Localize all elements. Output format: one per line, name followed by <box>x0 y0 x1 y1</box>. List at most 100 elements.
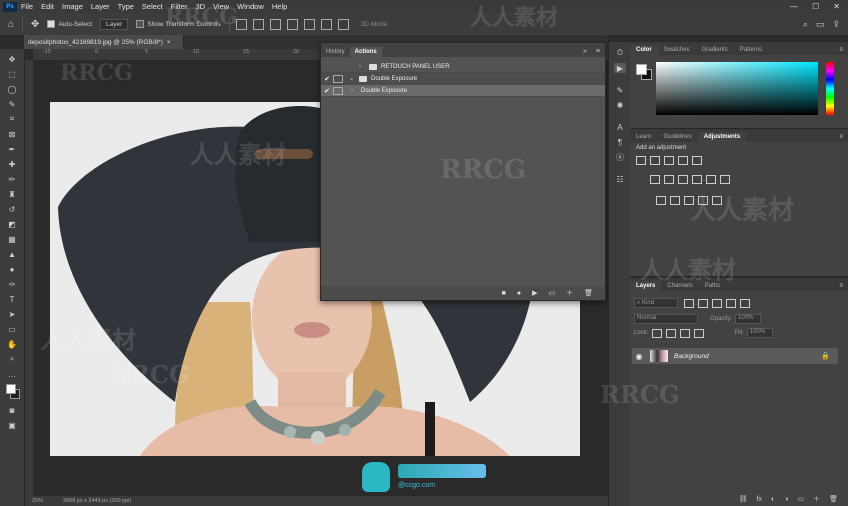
new-group-icon[interactable]: ▭ <box>797 495 804 503</box>
tab-learn[interactable]: Learn <box>630 132 657 142</box>
lock-position-icon[interactable] <box>666 328 677 338</box>
delete-button[interactable]: 🗑 <box>584 289 593 297</box>
align-bottom-icon[interactable] <box>320 18 332 30</box>
dialog-toggle-icon[interactable] <box>333 86 343 95</box>
menu-file[interactable]: File <box>21 2 33 11</box>
record-button[interactable]: ● <box>517 290 521 297</box>
lock-pixels-icon[interactable] <box>652 328 663 338</box>
curves-icon[interactable] <box>664 156 674 165</box>
brush-settings-icon[interactable]: ✺ <box>614 100 626 110</box>
panel-menu-icon[interactable]: ≡ <box>834 132 848 142</box>
path-select-tool-icon[interactable]: ➤ <box>6 309 18 319</box>
workspace-icon[interactable]: ▭ <box>816 19 825 30</box>
close-window-button[interactable]: ✕ <box>833 2 840 11</box>
lasso-tool-icon[interactable]: ◯ <box>6 84 18 94</box>
filter-shape-icon[interactable] <box>726 298 736 308</box>
lock-artboard-icon[interactable] <box>680 328 691 338</box>
opacity-field[interactable]: 100% <box>735 314 762 324</box>
quick-select-tool-icon[interactable]: ✎ <box>6 99 18 109</box>
document-info[interactable]: 3668 px x 2449 px (300 ppi) <box>63 498 131 504</box>
filter-pixel-icon[interactable] <box>684 298 694 308</box>
align-right-icon[interactable] <box>269 18 281 30</box>
toggle-check[interactable]: ✔ <box>321 87 333 95</box>
new-layer-icon[interactable]: ＋ <box>813 494 820 504</box>
blend-mode-dropdown[interactable]: Normal <box>634 314 698 324</box>
new-set-button[interactable]: ▭ <box>548 289 555 297</box>
dialog-toggle-icon[interactable] <box>333 63 343 71</box>
panel-menu-icon[interactable]: ≡ <box>834 45 848 55</box>
eraser-tool-icon[interactable]: ◩ <box>6 219 18 229</box>
zoom-level[interactable]: 25% <box>32 498 43 504</box>
auto-select-checkbox[interactable]: Auto-Select <box>47 20 92 28</box>
tab-color[interactable]: Color <box>630 45 658 55</box>
frame-tool-icon[interactable]: ⊠ <box>6 129 18 139</box>
marquee-tool-icon[interactable]: ⬚ <box>6 69 18 79</box>
invert-icon[interactable] <box>656 196 666 205</box>
chevron-right-icon[interactable]: › <box>351 88 361 94</box>
zoom-tool-icon[interactable]: ⌕ <box>6 354 18 364</box>
delete-layer-icon[interactable]: 🗑 <box>829 495 838 503</box>
chevron-right-icon[interactable]: › <box>359 64 369 70</box>
color-lookup-icon[interactable] <box>720 175 730 184</box>
tab-history[interactable]: History <box>321 47 350 57</box>
foreground-color-swatch[interactable] <box>6 384 16 394</box>
color-balance-icon[interactable] <box>664 175 674 184</box>
filter-type-icon[interactable] <box>712 298 722 308</box>
fx-icon[interactable]: fx <box>757 496 762 503</box>
vibrance-icon[interactable] <box>692 156 702 165</box>
menu-image[interactable]: Image <box>62 2 83 11</box>
color-picker-field[interactable] <box>656 62 818 115</box>
toggle-check[interactable]: ✔ <box>321 75 333 83</box>
document-tab[interactable]: depositphotos_42169819.jpg @ 25% (RGB/8*… <box>24 35 184 49</box>
hand-tool-icon[interactable]: ✋ <box>6 339 18 349</box>
pen-tool-icon[interactable]: ✑ <box>6 279 18 289</box>
black-white-icon[interactable] <box>678 175 688 184</box>
hue-saturation-icon[interactable] <box>650 175 660 184</box>
healing-tool-icon[interactable]: ✚ <box>6 159 18 169</box>
maximize-button[interactable]: ☐ <box>812 2 819 11</box>
shape-tool-icon[interactable]: ▭ <box>6 324 18 334</box>
exposure-icon[interactable] <box>678 156 688 165</box>
add-mask-icon[interactable]: ◐ <box>771 496 775 503</box>
paragraph-panel-icon[interactable]: ¶ <box>614 137 626 147</box>
close-tab-icon[interactable]: × <box>167 39 171 46</box>
menu-view[interactable]: View <box>213 2 229 11</box>
color-swatches-icon[interactable] <box>6 384 20 400</box>
tab-patterns[interactable]: Patterns <box>734 45 768 55</box>
tab-swatches[interactable]: Swatches <box>658 45 696 55</box>
blur-tool-icon[interactable]: ▲ <box>6 249 18 259</box>
levels-icon[interactable] <box>650 156 660 165</box>
tab-layers[interactable]: Layers <box>630 281 662 291</box>
gradient-tool-icon[interactable]: ▦ <box>6 234 18 244</box>
align-center-icon[interactable] <box>252 18 264 30</box>
menu-help[interactable]: Help <box>272 2 287 11</box>
quick-mask-icon[interactable]: ◙ <box>6 405 18 415</box>
menu-select[interactable]: Select <box>142 2 163 11</box>
new-adjustment-icon[interactable]: ◑ <box>784 496 788 503</box>
menu-edit[interactable]: Edit <box>41 2 54 11</box>
history-brush-tool-icon[interactable]: ↺ <box>6 204 18 214</box>
panel-menu-icon[interactable]: ≡ <box>591 46 605 57</box>
properties-panel-icon[interactable]: ☷ <box>614 174 626 184</box>
move-tool-icon[interactable]: ✥ <box>31 19 39 30</box>
eye-icon[interactable]: ◉ <box>632 352 646 361</box>
menu-window[interactable]: Window <box>237 2 264 11</box>
action-set-retouch[interactable]: › RETOUCH PANEL USER <box>321 61 605 73</box>
layer-row[interactable]: ◉ Background 🔒 <box>632 348 838 364</box>
share-icon[interactable]: ⇪ <box>832 19 840 30</box>
distribute-icon[interactable] <box>337 18 349 30</box>
lock-all-icon[interactable] <box>694 328 705 338</box>
align-middle-icon[interactable] <box>303 18 315 30</box>
show-transform-checkbox[interactable]: Show Transform Controls <box>136 20 221 28</box>
menu-3d[interactable]: 3D <box>195 2 205 11</box>
tab-paths[interactable]: Paths <box>699 281 726 291</box>
brush-panel-icon[interactable]: ✎ <box>614 85 626 95</box>
photoshop-logo-icon[interactable]: Ps <box>3 1 17 12</box>
filter-smart-icon[interactable] <box>740 298 750 308</box>
action-double-exposure[interactable]: ✔ › Double Exposure <box>321 85 605 97</box>
glyphs-panel-icon[interactable]: ⓐ <box>614 152 626 162</box>
align-top-icon[interactable] <box>286 18 298 30</box>
home-icon[interactable]: ⌂ <box>8 19 14 30</box>
stamp-tool-icon[interactable]: ♜ <box>6 189 18 199</box>
type-tool-icon[interactable]: T <box>6 294 18 304</box>
